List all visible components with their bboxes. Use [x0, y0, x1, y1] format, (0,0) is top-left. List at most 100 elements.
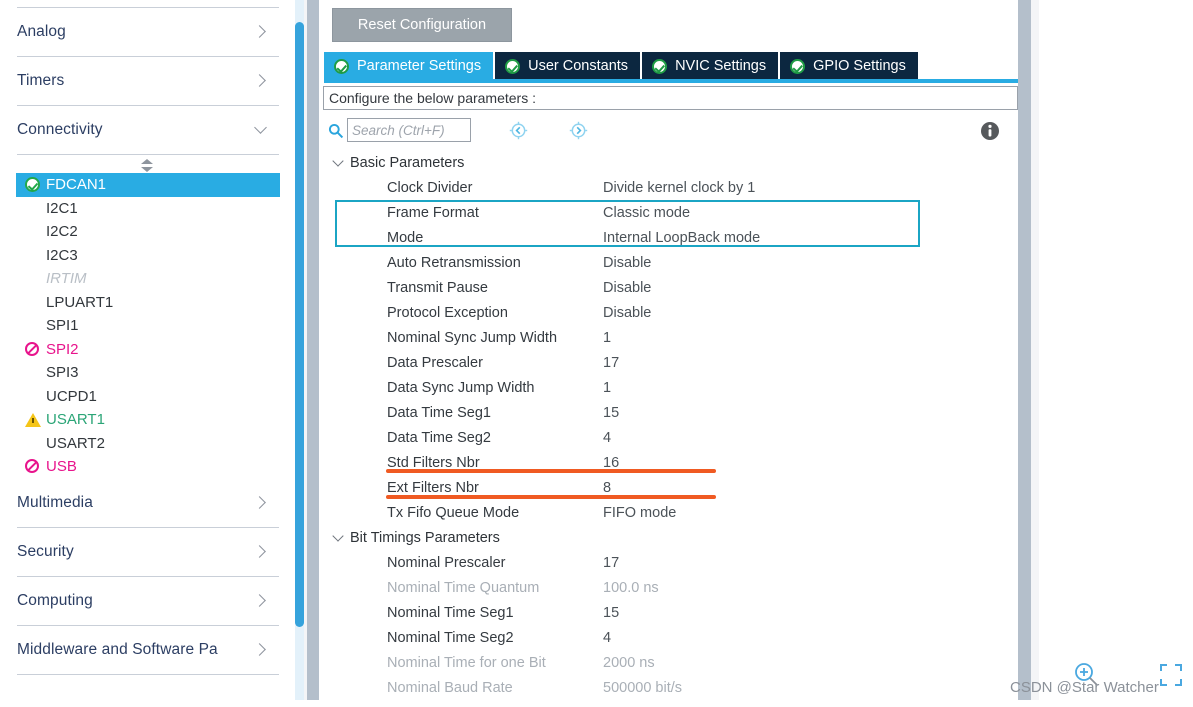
peripheral-item-label: LPUART1	[46, 293, 114, 311]
sidebar-category-middleware-and-software-pa[interactable]: Middleware and Software Pa	[17, 626, 279, 675]
peripheral-icon-placeholder	[25, 270, 44, 287]
peripheral-item-spi1[interactable]: SPI1	[17, 314, 279, 338]
param-row[interactable]: Protocol Exception Disable	[323, 300, 1018, 325]
tab-nvic-settings[interactable]: NVIC Settings	[642, 52, 779, 80]
chevron-right-icon	[253, 544, 269, 560]
sidebar-category-computing[interactable]: Computing	[17, 577, 279, 626]
param-row[interactable]: Auto Retransmission Disable	[323, 250, 1018, 275]
param-group-bit-timings-parameters[interactable]: Bit Timings Parameters	[323, 525, 1018, 550]
param-row[interactable]: Tx Fifo Queue Mode FIFO mode	[323, 500, 1018, 525]
chevron-down-icon	[253, 122, 269, 138]
param-group-title: Basic Parameters	[350, 154, 465, 171]
peripheral-item-spi3[interactable]: SPI3	[17, 361, 279, 385]
peripheral-item-label: USART1	[46, 411, 105, 429]
search-icon	[328, 123, 344, 139]
param-row[interactable]: Nominal Time Seg1 15	[323, 600, 1018, 625]
nav-previous-icon[interactable]	[509, 121, 528, 140]
param-row[interactable]: Clock Divider Divide kernel clock by 1	[323, 175, 1018, 200]
settings-tabbar: Parameter Settings User Constants NVIC Set…	[324, 52, 1018, 82]
sidebar-category-connectivity[interactable]: Connectivity	[17, 106, 279, 155]
peripheral-icon-placeholder	[25, 223, 44, 240]
param-value: 4	[603, 629, 612, 646]
sidebar-category-label: Analog	[17, 23, 66, 40]
sidebar-category-analog[interactable]: Analog	[17, 8, 279, 57]
tab-parameter-settings[interactable]: Parameter Settings	[324, 52, 494, 80]
chevron-right-icon	[253, 495, 269, 511]
param-row: Nominal Time Quantum 100.0 ns	[323, 575, 1018, 600]
param-row[interactable]: Data Prescaler 17	[323, 350, 1018, 375]
spinner-arrows-icon	[141, 158, 155, 172]
peripheral-item-i2c2[interactable]: I2C2	[17, 220, 279, 244]
sidebar-category-multimedia[interactable]: Multimedia	[17, 479, 279, 528]
chevron-right-icon	[253, 24, 269, 40]
param-value: Classic mode	[603, 204, 691, 221]
peripheral-list: FDCAN1 I2C1 I2C2 I2C3 IRTIM LPUART1 SPI1 SPI2 SP…	[16, 155, 280, 479]
param-value: Disable	[603, 279, 652, 296]
list-scroll-spinner[interactable]	[17, 157, 279, 173]
peripheral-item-label: SPI3	[46, 364, 79, 382]
sidebar-scrollbar-thumb[interactable]	[295, 22, 304, 627]
peripheral-item-label: SPI1	[46, 317, 79, 335]
peripheral-item-usb[interactable]: USB	[17, 455, 279, 479]
tab-label: Parameter Settings	[357, 58, 482, 74]
param-row[interactable]: Data Sync Jump Width 1	[323, 375, 1018, 400]
param-row[interactable]: Nominal Sync Jump Width 1	[323, 325, 1018, 350]
param-value: 8	[603, 479, 612, 496]
param-value: 16	[603, 454, 620, 471]
peripheral-item-fdcan1[interactable]: FDCAN1	[16, 173, 280, 197]
tab-user-constants[interactable]: User Constants	[495, 52, 641, 80]
check-circle-icon	[25, 176, 44, 193]
sidebar-category-security[interactable]: Security	[17, 528, 279, 577]
param-label: Tx Fifo Queue Mode	[387, 504, 520, 521]
param-row[interactable]: Mode Internal LoopBack mode	[323, 225, 1018, 250]
sidebar-category-timers[interactable]: Timers	[17, 57, 279, 106]
sidebar-category-label: Connectivity	[17, 121, 103, 138]
param-row[interactable]: Data Time Seg2 4	[323, 425, 1018, 450]
peripheral-item-spi2[interactable]: SPI2	[17, 338, 279, 362]
peripheral-item-i2c3[interactable]: I2C3	[17, 244, 279, 268]
peripheral-icon-placeholder	[25, 388, 44, 405]
peripheral-item-label: USB	[46, 458, 77, 476]
splitter-right[interactable]	[1018, 0, 1031, 707]
param-value: 1	[603, 379, 612, 396]
peripheral-item-usart1[interactable]: USART1	[17, 408, 279, 432]
parameter-list: Basic Parameters Clock Divider Divide kern…	[323, 150, 1018, 696]
peripheral-item-label: I2C1	[46, 199, 78, 217]
no-entry-icon	[25, 458, 44, 475]
param-row[interactable]: Nominal Time Seg2 4	[323, 625, 1018, 650]
param-label: Clock Divider	[387, 179, 473, 196]
param-value: 17	[603, 354, 620, 371]
info-icon[interactable]	[980, 121, 1000, 141]
param-group-basic-parameters[interactable]: Basic Parameters	[323, 150, 1018, 175]
peripheral-item-usart2[interactable]: USART2	[17, 432, 279, 456]
peripheral-item-lpuart1[interactable]: LPUART1	[17, 291, 279, 315]
param-value: FIFO mode	[603, 504, 677, 521]
param-value: 4	[603, 429, 612, 446]
peripheral-item-i2c1[interactable]: I2C1	[17, 197, 279, 221]
peripheral-item-irtim[interactable]: IRTIM	[17, 267, 279, 291]
configure-hint-bar: Configure the below parameters :	[323, 86, 1018, 110]
param-row: Nominal Time for one Bit 2000 ns	[323, 650, 1018, 675]
param-row[interactable]: Transmit Pause Disable	[323, 275, 1018, 300]
search-input[interactable]	[347, 118, 471, 142]
splitter-left[interactable]	[307, 0, 319, 707]
param-label: Nominal Sync Jump Width	[387, 329, 558, 346]
param-label: Ext Filters Nbr	[387, 479, 479, 496]
param-value: 100.0 ns	[603, 579, 659, 596]
tab-gpio-settings[interactable]: GPIO Settings	[780, 52, 918, 80]
check-circle-icon	[334, 58, 349, 74]
param-row[interactable]: Nominal Prescaler 17	[323, 550, 1018, 575]
reset-configuration-button[interactable]: Reset Configuration	[332, 8, 512, 42]
param-value: 2000 ns	[603, 654, 655, 671]
splitter-right-gap	[1031, 0, 1039, 707]
nav-next-icon[interactable]	[569, 121, 588, 140]
param-row[interactable]: Std Filters Nbr 16	[323, 450, 1018, 475]
param-row[interactable]: Frame Format Classic mode	[323, 200, 1018, 225]
param-row[interactable]: Data Time Seg1 15	[323, 400, 1018, 425]
param-label: Data Time Seg1	[387, 404, 491, 421]
peripheral-item-ucpd1[interactable]: UCPD1	[17, 385, 279, 409]
peripheral-icon-placeholder	[25, 294, 44, 311]
param-group-title: Bit Timings Parameters	[350, 529, 500, 546]
check-circle-icon	[790, 58, 806, 74]
param-row[interactable]: Ext Filters Nbr 8	[323, 475, 1018, 500]
